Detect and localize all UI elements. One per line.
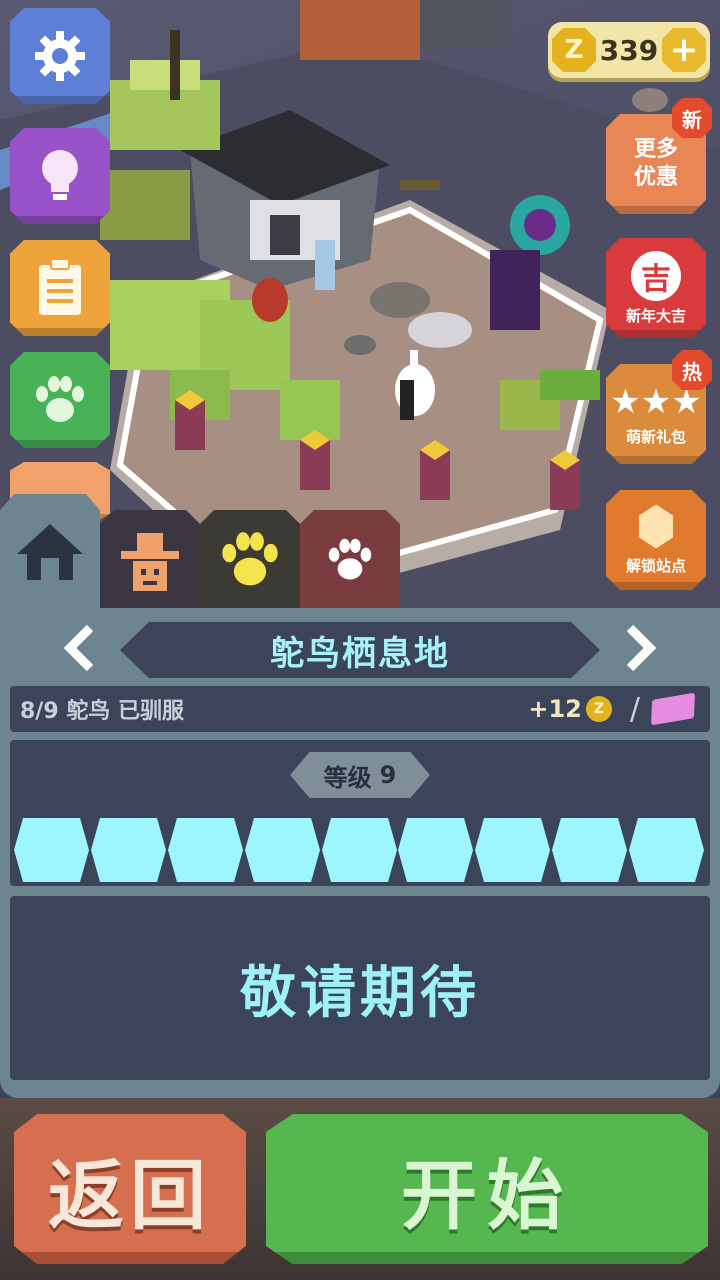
cowboy-icon xyxy=(121,533,179,591)
chevron-right-icon xyxy=(626,624,657,672)
new-year-button[interactable]: 吉 新年大吉 xyxy=(606,238,706,338)
reward-amount: +12 xyxy=(528,695,582,723)
chevron-left-icon xyxy=(63,624,94,672)
progress-segment xyxy=(322,818,397,882)
back-button[interactable]: 返回 xyxy=(14,1114,246,1264)
progress-segment xyxy=(91,818,166,882)
paw-icon xyxy=(36,376,84,422)
new-year-emblem-icon: 吉 xyxy=(631,250,681,301)
add-coins-button[interactable]: + xyxy=(662,28,706,72)
unlock-station-label: 解锁站点 xyxy=(625,556,686,575)
coming-soon-text: 敬请期待 xyxy=(240,960,480,1026)
progress-segment xyxy=(629,818,704,882)
paw-icon xyxy=(328,538,372,580)
start-button[interactable]: 开始 xyxy=(266,1114,708,1264)
currency-bar: Z 339 + xyxy=(548,22,710,78)
starter-pack-label: 萌新礼包 xyxy=(625,427,686,446)
animals-button[interactable] xyxy=(10,352,110,448)
next-habitat-button[interactable] xyxy=(616,620,664,676)
gear-icon xyxy=(35,31,85,81)
coin-icon: Z xyxy=(585,696,612,722)
separator: / xyxy=(629,691,640,727)
level-label: 等级 xyxy=(323,763,372,792)
coin-amount: 339 xyxy=(599,33,659,67)
progress-segment xyxy=(168,818,243,882)
habitat-title-bar: 鸵鸟栖息地 xyxy=(120,622,600,678)
habitat-title: 鸵鸟栖息地 xyxy=(270,633,450,674)
tab-home[interactable] xyxy=(0,494,100,610)
unlock-station-button[interactable]: 解锁站点 xyxy=(606,490,706,590)
paw-icon xyxy=(222,532,278,586)
tab-animals[interactable] xyxy=(200,510,300,610)
clipboard-icon xyxy=(39,259,81,315)
tab-wild-animals[interactable] xyxy=(300,510,400,610)
progress-segment xyxy=(475,818,550,882)
level-progress-bar xyxy=(14,818,706,882)
tamed-info-row: 8/9 鸵鸟 已驯服 +12 Z / xyxy=(10,686,710,732)
tasks-button[interactable] xyxy=(10,240,110,336)
coming-soon-area: 敬请期待 xyxy=(10,896,710,1080)
back-label: 返回 xyxy=(48,1151,212,1240)
progress-segment xyxy=(552,818,627,882)
tab-keepers[interactable] xyxy=(100,510,200,610)
crystal-icon xyxy=(639,504,673,549)
settings-button[interactable] xyxy=(10,8,110,104)
new-badge: 新 xyxy=(672,98,712,138)
lightbulb-icon xyxy=(42,150,78,200)
home-icon xyxy=(17,524,83,580)
level-badge: 等级 9 xyxy=(290,752,430,798)
new-year-label: 新年大吉 xyxy=(625,306,686,325)
progress-segment xyxy=(14,818,89,882)
level-value: 9 xyxy=(379,761,397,789)
more-deals-label: 更多优惠 xyxy=(633,137,678,190)
progress-segment xyxy=(245,818,320,882)
new-year-emblem-text: 吉 xyxy=(641,261,671,297)
progress-segment xyxy=(398,818,473,882)
tips-button[interactable] xyxy=(10,128,110,224)
tamed-count: 8/9 鸵鸟 已驯服 xyxy=(20,699,184,724)
prev-habitat-button[interactable] xyxy=(56,620,104,676)
start-label: 开始 xyxy=(401,1151,573,1240)
ticket-icon xyxy=(651,692,695,726)
hot-badge: 热 xyxy=(672,350,712,390)
coin-icon: Z xyxy=(552,28,596,72)
